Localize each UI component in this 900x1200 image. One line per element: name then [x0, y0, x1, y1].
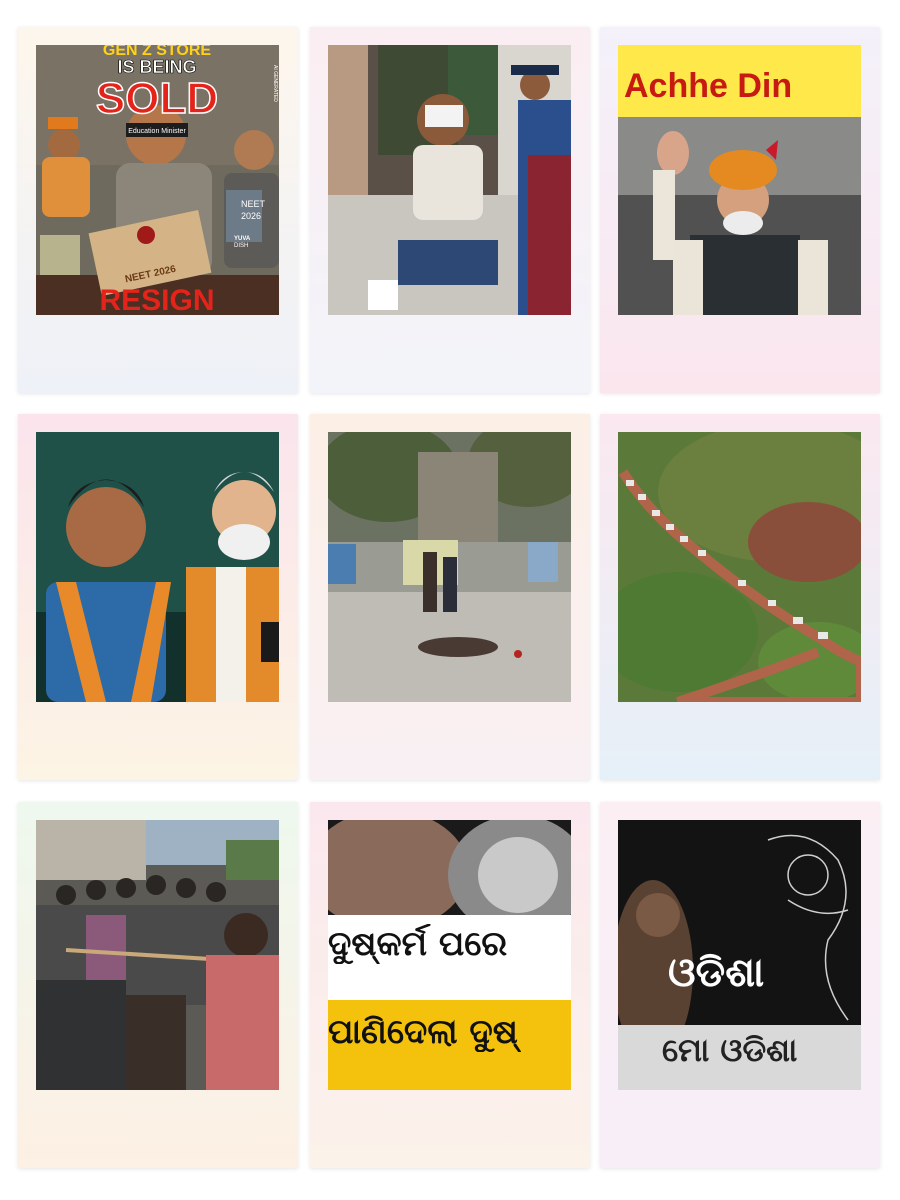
footer-resign: RESIGN — [99, 284, 214, 315]
injured-man-image — [328, 45, 571, 315]
book-label-1: NEET — [241, 199, 266, 209]
book-label-2: 2026 — [241, 211, 261, 221]
two-politicians-image — [36, 432, 279, 702]
odia-line-1: ଦୁଷ୍କର୍ମ ପରେ — [328, 924, 508, 964]
crowd-image — [36, 820, 279, 1090]
photo-card-6[interactable] — [600, 414, 880, 780]
logo-text-1: YUVA — [234, 236, 251, 242]
odia-line-2: ପାଣିଦେଲା ଦୁଷ୍ — [328, 1012, 518, 1052]
neet-poster-image: Education Minister NEET 2026 NEET 2026 G… — [36, 45, 279, 315]
photo-card-8[interactable]: ଦୁଷ୍କର୍ମ ପରେ ପାଣିଦେଲା ଦୁଷ୍ — [310, 802, 590, 1168]
watermark: AI GENERATED — [272, 65, 278, 102]
photo-card-4[interactable] — [18, 414, 298, 780]
photo-card-7[interactable] — [18, 802, 298, 1168]
street-scene-image — [328, 432, 571, 702]
photo-card-3[interactable]: Achhe Din — [600, 27, 880, 393]
odia-headline-image: ଦୁଷ୍କର୍ମ ପରେ ପାଣିଦେଲା ଦୁଷ୍ — [328, 820, 571, 1090]
truck-convoy-image — [618, 432, 861, 702]
photo-card-2[interactable] — [310, 27, 590, 393]
logo-text-2: DISH — [234, 243, 248, 249]
blindfold-label: Education Minister — [128, 128, 186, 135]
photo-card-9[interactable]: ଓଡିଶା ମୋ ଓଡିଶା — [600, 802, 880, 1168]
photo-card-5[interactable] — [310, 414, 590, 780]
odisha-line-1: ଓଡିଶା — [668, 950, 765, 996]
photo-card-1[interactable]: Education Minister NEET 2026 NEET 2026 G… — [18, 27, 298, 393]
achhe-din-image: Achhe Din — [618, 45, 861, 315]
odisha-line-2: ମୋ ଓଡିଶା — [618, 1025, 861, 1090]
odisha-image: ଓଡିଶା ମୋ ଓଡିଶା — [618, 820, 861, 1090]
headline-big: SOLD — [96, 74, 218, 123]
achhe-din-banner: Achhe Din — [624, 67, 792, 105]
